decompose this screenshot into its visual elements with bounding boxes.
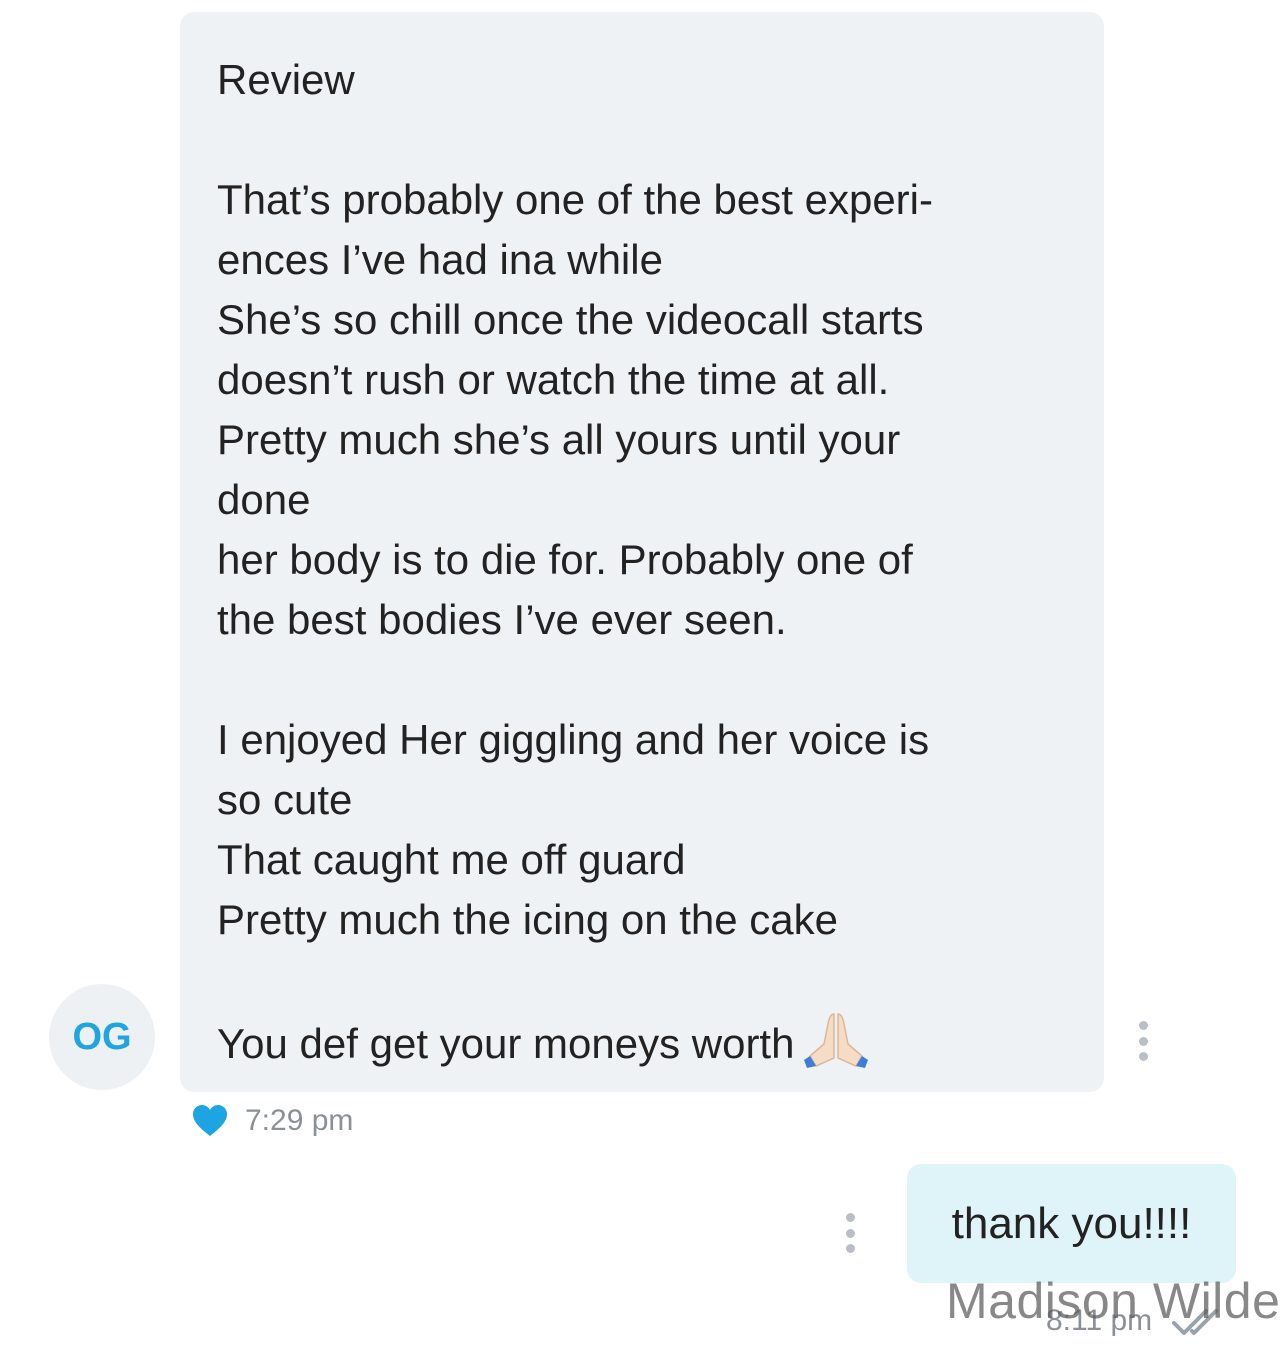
message-line: her body is to die for. Probably one of <box>217 536 913 583</box>
message-line: She’s so chill once the videocall starts <box>217 296 924 343</box>
heart-icon[interactable] <box>192 1104 228 1138</box>
incoming-message-bubble[interactable]: Review That’s probably one of the best e… <box>180 12 1104 1092</box>
message-line: Pretty much she’s all yours until your <box>217 416 901 463</box>
chat-conversation: OG Review That’s probably one of the bes… <box>0 0 1284 1347</box>
message-line: so cute <box>217 776 353 823</box>
avatar[interactable]: OG <box>49 984 155 1090</box>
message-options-icon[interactable] <box>843 1213 857 1253</box>
message-line: doesn’t rush or watch the time at all. <box>217 356 890 403</box>
message-line: That caught me off guard <box>217 836 686 883</box>
message-line: I enjoyed Her giggling and her voice is <box>217 716 930 763</box>
message-line-blank <box>217 650 1074 710</box>
message-line-last: You def get your moneys worth <box>217 1010 1074 1070</box>
message-line: Review <box>217 56 355 103</box>
folded-hands-icon <box>804 1013 869 1068</box>
message-line: That’s probably one of the best experi- <box>217 176 933 223</box>
outgoing-message-text: thank you!!!! <box>951 1198 1192 1248</box>
message-line: Pretty much the icing on the cake <box>217 896 838 943</box>
message-line: ences I’ve had ina while <box>217 236 663 283</box>
incoming-message-meta: 7:29 pm <box>192 1104 353 1138</box>
incoming-timestamp: 7:29 pm <box>245 1104 354 1137</box>
message-line: the best bodies I’ve ever seen. <box>217 596 787 643</box>
message-line-blank <box>217 950 1074 1010</box>
message-line: done <box>217 476 311 523</box>
outgoing-message-bubble[interactable]: thank you!!!! <box>907 1164 1236 1283</box>
message-line-blank <box>217 110 1074 170</box>
watermark: Madison Wilde <box>946 1273 1281 1329</box>
message-options-icon[interactable] <box>1136 1021 1150 1061</box>
avatar-initials: OG <box>72 1015 132 1058</box>
message-line-text: You def get your moneys worth <box>217 1020 795 1067</box>
